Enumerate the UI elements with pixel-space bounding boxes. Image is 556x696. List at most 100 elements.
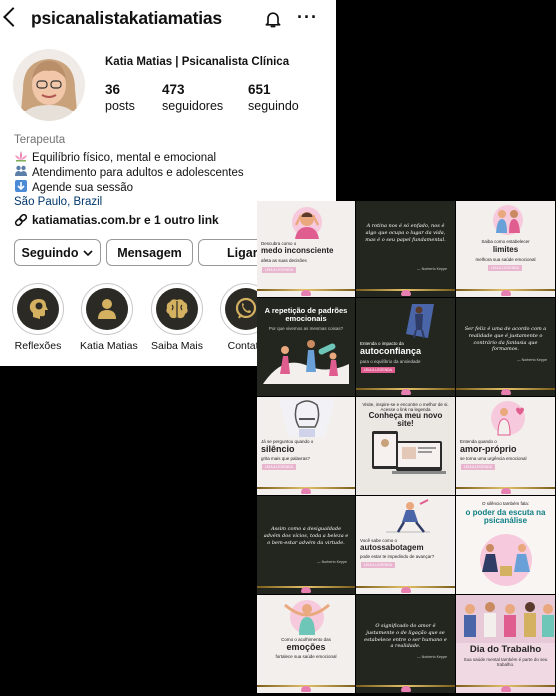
highlight-reflexoes[interactable]: Reflexões [11,283,65,352]
stat-followers[interactable]: 473 seguidores [162,82,223,113]
post-tile[interactable]: O significado do amor é justamente o de … [356,595,455,693]
stat-posts[interactable]: 36 posts [105,82,135,113]
self-love-illustration [491,401,525,436]
lotus-icon [301,686,311,692]
post-title: A repetição de padrões emocionais [264,306,348,323]
post-button: LEIA A LEGENDA [262,464,296,470]
silent-woman-illustration [279,399,335,437]
highlight-saiba-mais[interactable]: Saiba Mais [150,283,204,352]
message-button-label: Mensagem [117,245,182,260]
top-bar: psicanalistakatiamatias ··· [0,0,336,38]
post-tile[interactable]: Entenda o impacto da autoconfiança para … [356,298,455,396]
post-tile[interactable]: Saiba como estabelecer limites melhora s… [456,201,555,297]
post-tile[interactable]: Dia do Trabalho Sua saúde mental também … [456,595,555,693]
post-sub: para o equilíbrio da ansiedade [360,359,421,364]
post-sub: pode estar te impedindo de avançar? [360,554,435,559]
post-tile[interactable]: A rotina nos é só enfado, nos é algo que… [356,201,455,297]
head-brain-icon [29,299,48,319]
link-icon [14,213,28,227]
lotus-icon [301,290,311,296]
bell-icon[interactable] [263,9,283,29]
post-author: — Norberto Keppe [417,267,447,271]
brain-icon [166,299,188,319]
post-author: — Norberto Keppe [317,560,347,564]
post-button: LEIA A LEGENDA [262,267,296,273]
post-button: LEIA A LEGENDA [361,367,395,373]
chevron-down-icon [83,249,94,256]
highlight-cover [86,288,128,330]
post-tile[interactable]: Já se perguntou quando o silêncio grita … [257,397,355,495]
lotus-icon [400,290,411,296]
self-sabotage-illustration [386,499,430,533]
lotus-icon [500,290,511,296]
bio-line: Equilíbrio físico, mental e emocional [14,150,216,164]
message-button[interactable]: Mensagem [106,239,193,266]
profile-username: psicanalistakatiamatias [31,8,222,28]
post-pre: Saiba como estabelecer [481,239,530,244]
post-tile[interactable]: A repetição de padrões emocionais Por qu… [257,298,355,396]
lotus-icon [400,587,411,593]
lotus-icon [301,488,311,494]
post-title: autossabotagem [360,543,424,552]
post-tile[interactable]: Descubra como o medo inconsciente afeta … [257,201,355,297]
post-title: emoções [286,642,326,652]
post-quote: Ser feliz é uma de acordo com a realidad… [464,326,547,353]
highlight-ring [151,283,203,335]
lotus-icon [500,488,511,494]
external-link[interactable]: katiamatias.com.br e 1 outro link [14,213,219,227]
bio-text: Equilíbrio físico, mental e emocional [32,152,217,164]
post-author: — Norberto Keppe [417,655,447,659]
post-sub: grita mais que palavras? [261,456,311,461]
bio-text: Atendimento para adultos e adolescentes [32,167,244,179]
post-pre: O silêncio também fala: [481,501,530,506]
stat-label: seguindo [248,99,299,113]
emotions-illustration [284,600,330,635]
highlight-cover [17,288,59,330]
lotus-icon [400,686,411,692]
stat-value: 473 [162,82,185,97]
more-options-icon[interactable]: ··· [297,7,318,28]
profile-full-name: Katia Matias | Psicanalista Clínica [105,56,290,68]
lotus-icon [400,389,411,395]
post-button: LEIA A LEGENDA [361,562,395,568]
bio-text: Agende sua sessão [32,182,134,194]
highlight-label: Katia Matias [80,340,138,352]
down-arrow-emoji-icon [15,180,27,192]
post-tile[interactable]: Assim como a desigualdade advém dos víci… [257,496,355,594]
post-title: silêncio [261,444,295,454]
post-quote: A rotina nos é só enfado, nos é algo que… [365,223,446,243]
post-tile[interactable]: Ser feliz é uma de acordo com a realidad… [456,298,555,396]
highlight-ring [12,283,64,335]
bio-line: Agende sua sessão [14,180,133,194]
post-tile[interactable]: Como o acolhimento das emoções fortalece… [257,595,355,693]
post-author: — Norberto Keppe [517,358,547,362]
location-link[interactable]: São Paulo, Brazil [14,196,102,208]
post-sub: afeta as suas decisões [261,258,307,263]
person-icon [98,299,116,319]
highlight-label: Reflexões [14,340,62,352]
post-sub: fortalece sua saúde emocional [275,654,337,659]
post-button: LEIA A LEGENDA [461,464,495,470]
back-chevron-icon[interactable] [3,7,23,27]
website-devices-illustration [372,431,446,474]
post-title: o poder da escuta na psicanálise [465,508,546,526]
stat-value: 36 [105,82,121,97]
profile-category: Terapeuta [14,134,66,146]
post-title: autoconfiança [360,346,422,356]
post-title: limites [492,245,519,254]
following-button[interactable]: Seguindo [14,239,101,266]
highlight-katia-matias[interactable]: Katia Matias [80,283,138,352]
lotus-emoji-icon [15,151,27,162]
post-tile[interactable]: Entenda quando o amor-próprio se torna u… [456,397,555,495]
post-tile[interactable]: Visite, inspire-se e encontre o melhor d… [356,397,455,495]
post-tile[interactable]: O silêncio também fala: o poder da escut… [456,496,555,594]
avatar[interactable] [13,49,85,121]
post-quote: O significado do amor é justamente o de … [364,623,447,650]
highlight-ring [81,283,133,335]
bio-line: Atendimento para adultos e adolescentes [14,165,244,179]
post-sub: se torna uma urgência emocional [460,456,527,461]
stat-following[interactable]: 651 seguindo [248,82,299,113]
people-illustration [263,340,349,384]
post-tile[interactable]: Você sabe como o autossabotagem pode est… [356,496,455,594]
post-title: medo inconsciente [261,246,334,255]
